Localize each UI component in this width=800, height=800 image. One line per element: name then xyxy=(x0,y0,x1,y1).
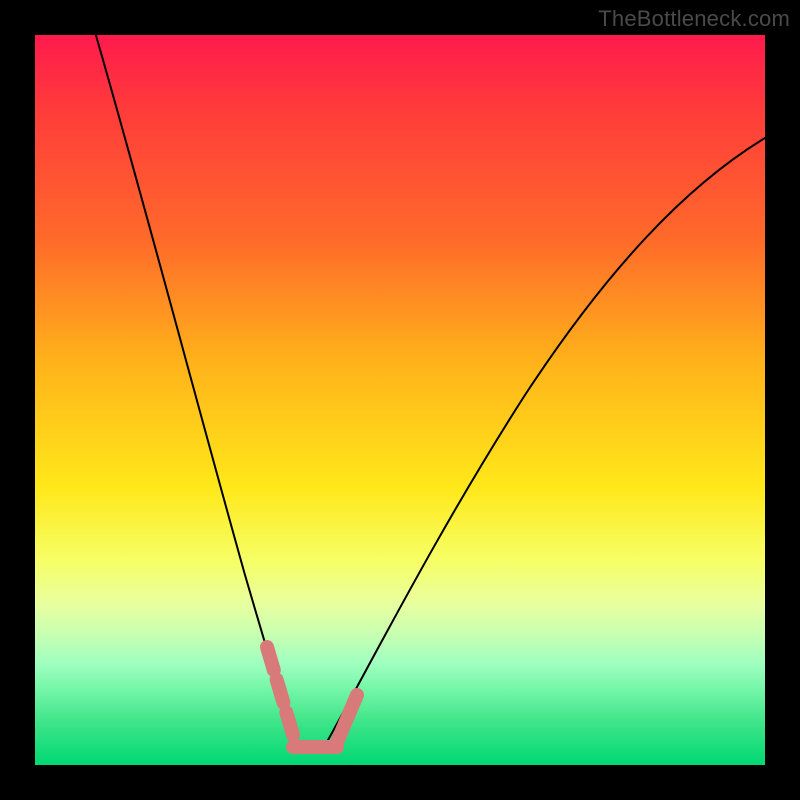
watermark-text: TheBottleneck.com xyxy=(598,6,790,32)
curves-svg xyxy=(35,35,765,765)
valley-highlight-left xyxy=(267,647,293,735)
plot-area xyxy=(35,35,765,765)
chart-frame: TheBottleneck.com xyxy=(0,0,800,800)
right-curve xyxy=(323,135,765,749)
